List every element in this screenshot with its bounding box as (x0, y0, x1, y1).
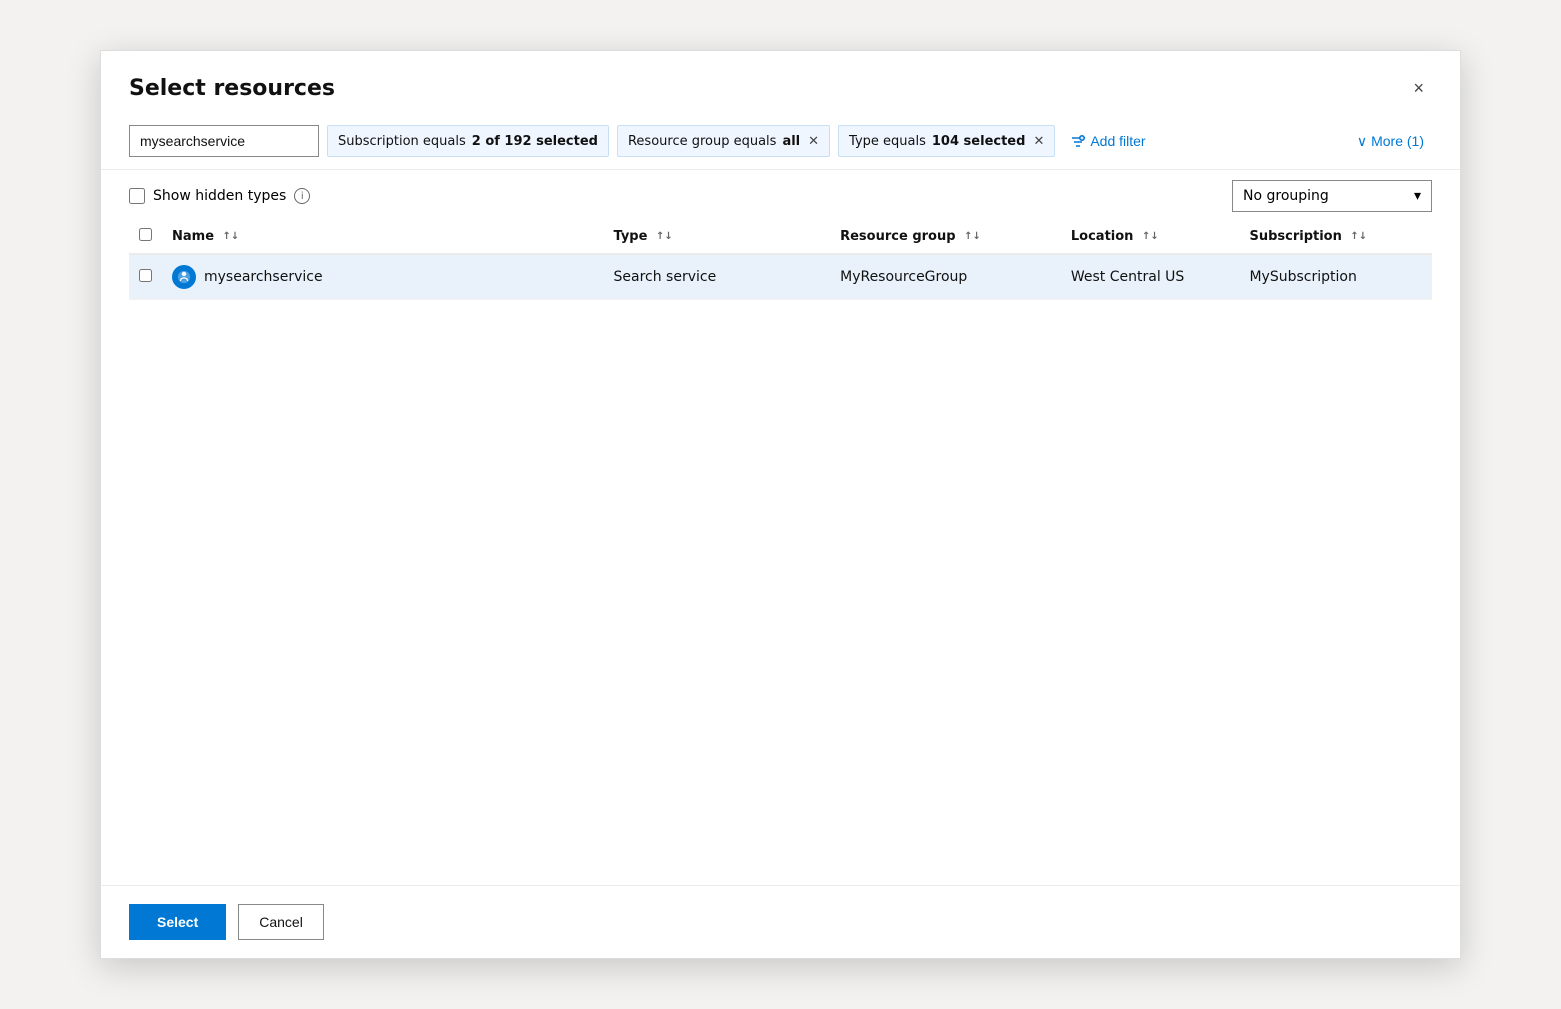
table-area: Name ↑↓ Type ↑↓ Resource group ↑↓ Locati… (101, 220, 1460, 885)
select-resources-dialog: Select resources × Subscription equals 2… (100, 50, 1461, 959)
cancel-button[interactable]: Cancel (238, 904, 324, 940)
resource-group-filter-value: all (782, 134, 800, 149)
select-button[interactable]: Select (129, 904, 226, 940)
dialog-header: Select resources × (101, 51, 1460, 117)
row-rg-cell: MyResourceGroup (830, 254, 1061, 300)
name-cell-content: mysearchservice (172, 265, 594, 289)
add-filter-label: Add filter (1090, 133, 1145, 149)
grouping-dropdown[interactable]: No grouping ▾ (1232, 180, 1432, 212)
more-button[interactable]: ∨ More (1) (1349, 125, 1432, 157)
col-header-location[interactable]: Location ↑↓ (1061, 220, 1240, 254)
resources-table: Name ↑↓ Type ↑↓ Resource group ↑↓ Locati… (129, 220, 1432, 300)
options-bar: Show hidden types i No grouping ▾ (101, 170, 1460, 220)
show-hidden-types-checkbox[interactable] (129, 188, 145, 204)
row-location-value: West Central US (1071, 269, 1184, 285)
add-filter-icon (1071, 134, 1085, 148)
col-type-label: Type (614, 229, 648, 244)
show-hidden-types-label[interactable]: Show hidden types i (129, 188, 310, 204)
type-filter-value: 104 selected (932, 134, 1026, 149)
col-name-sort-icon: ↑↓ (223, 232, 240, 242)
row-subscription-cell: MySubscription (1239, 254, 1432, 300)
search-input[interactable] (129, 125, 319, 157)
dialog-footer: Select Cancel (101, 885, 1460, 958)
select-all-checkbox[interactable] (139, 228, 152, 241)
col-loc-label: Location (1071, 229, 1134, 244)
resource-group-filter-remove[interactable]: ✕ (808, 134, 819, 149)
dialog-title: Select resources (129, 76, 335, 101)
table-row[interactable]: mysearchservice Search service MyResourc… (129, 254, 1432, 300)
col-rg-label: Resource group (840, 229, 955, 244)
row-type-cell: Search service (604, 254, 831, 300)
col-rg-sort-icon: ↑↓ (964, 232, 981, 242)
resource-group-filter-prefix: Resource group equals (628, 134, 776, 149)
row-location-cell: West Central US (1061, 254, 1240, 300)
row-checkbox[interactable] (139, 269, 152, 282)
subscription-filter-value: 2 of 192 selected (472, 134, 598, 149)
subscription-filter-pill[interactable]: Subscription equals 2 of 192 selected (327, 125, 609, 157)
show-hidden-types-text: Show hidden types (153, 188, 286, 204)
type-filter-pill[interactable]: Type equals 104 selected ✕ (838, 125, 1055, 157)
col-sub-label: Subscription (1249, 229, 1341, 244)
col-header-type[interactable]: Type ↑↓ (604, 220, 831, 254)
more-label: More (1) (1371, 133, 1424, 149)
add-filter-button[interactable]: Add filter (1063, 125, 1153, 157)
row-rg-value: MyResourceGroup (840, 269, 967, 285)
row-name-value: mysearchservice (204, 269, 323, 285)
row-type-value: Search service (614, 269, 717, 285)
grouping-chevron-icon: ▾ (1414, 188, 1421, 204)
col-header-name[interactable]: Name ↑↓ (162, 220, 604, 254)
row-checkbox-cell[interactable] (129, 254, 162, 300)
resource-type-icon (172, 265, 196, 289)
type-filter-remove[interactable]: ✕ (1033, 134, 1044, 149)
select-all-header[interactable] (129, 220, 162, 254)
toolbar: Subscription equals 2 of 192 selected Re… (101, 117, 1460, 170)
col-type-sort-icon: ↑↓ (656, 232, 673, 242)
search-service-icon (177, 270, 191, 284)
col-loc-sort-icon: ↑↓ (1142, 232, 1159, 242)
row-subscription-value: MySubscription (1249, 269, 1356, 285)
type-filter-prefix: Type equals (849, 134, 926, 149)
more-chevron-icon: ∨ (1357, 133, 1367, 150)
col-name-label: Name (172, 229, 214, 244)
col-header-subscription[interactable]: Subscription ↑↓ (1239, 220, 1432, 254)
row-name-cell: mysearchservice (162, 254, 604, 300)
col-sub-sort-icon: ↑↓ (1350, 232, 1367, 242)
grouping-label: No grouping (1243, 188, 1329, 204)
subscription-filter-prefix: Subscription equals (338, 134, 466, 149)
show-hidden-info-icon: i (294, 188, 310, 204)
col-header-resource-group[interactable]: Resource group ↑↓ (830, 220, 1061, 254)
resource-group-filter-pill[interactable]: Resource group equals all ✕ (617, 125, 830, 157)
close-button[interactable]: × (1405, 75, 1432, 101)
table-header-row: Name ↑↓ Type ↑↓ Resource group ↑↓ Locati… (129, 220, 1432, 254)
